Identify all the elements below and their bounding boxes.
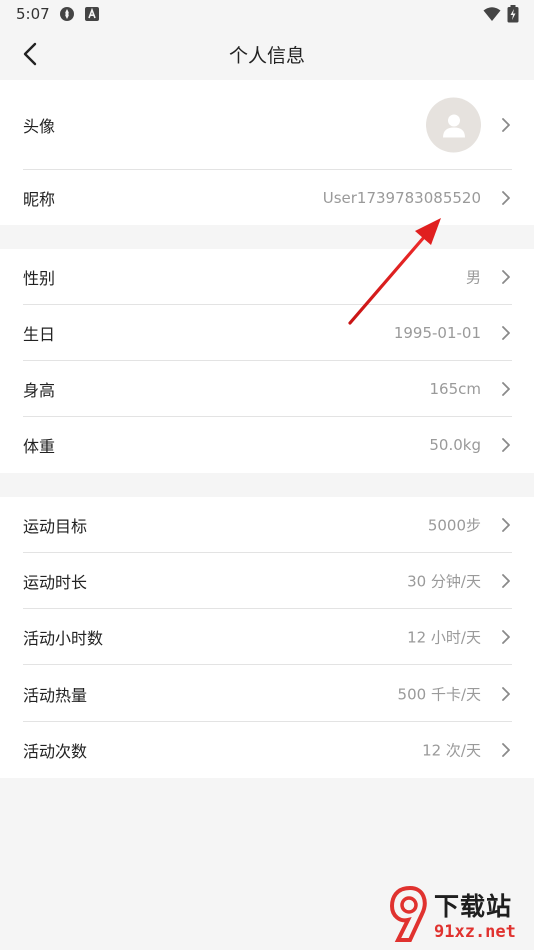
profile-section: 头像 昵称 User1739783085520 [0,80,534,225]
chevron-right-icon [502,190,510,205]
steps-goal-row[interactable]: 运动目标 5000步 [0,497,534,553]
avatar-label: 头像 [23,117,56,136]
height-label: 身高 [23,381,56,400]
chevron-right-icon [502,382,510,396]
birthday-label: 生日 [23,325,56,344]
wifi-icon [483,7,501,21]
active-calories-label: 活动热量 [23,685,88,705]
chevron-right-icon [502,630,510,644]
avatar-row[interactable]: 头像 [0,80,534,170]
activity-times-row[interactable]: 活动次数 12 次/天 [0,722,534,778]
active-calories-value: 500 千卡/天 [397,685,481,703]
exercise-duration-label: 运动时长 [23,573,88,592]
height-value: 165cm [429,380,482,398]
gender-label: 性别 [23,269,56,288]
exercise-duration-row[interactable]: 运动时长 30 分钟/天 [0,553,534,609]
goals-section: 运动目标 5000步 运动时长 30 分钟/天 活动小时数 12 小时/天 活动… [0,497,534,778]
settings-sync-icon [60,7,74,21]
birthday-value: 1995-01-01 [393,324,481,342]
nickname-value: User1739783085520 [322,188,481,207]
chevron-right-icon [502,686,510,701]
active-hours-value: 12 小时/天 [407,628,481,647]
activity-times-value: 12 次/天 [422,741,481,760]
body-info-section: 性别 男 生日 1995-01-01 身高 165cm 体重 50.0kg [0,249,534,473]
gender-row[interactable]: 性别 男 [0,249,534,305]
nickname-label: 昵称 [23,189,56,209]
active-hours-label: 活动小时数 [23,629,104,648]
avatar[interactable] [426,97,481,153]
chevron-right-icon [502,574,510,588]
chevron-right-icon [502,743,510,757]
watermark-logo-icon [389,885,427,942]
chevron-right-icon [502,518,510,532]
watermark-title: 下载站 [434,892,513,921]
user-icon [442,114,465,137]
active-calories-row[interactable]: 活动热量 500 千卡/天 [0,665,534,722]
activity-times-label: 活动次数 [23,742,88,761]
gender-value: 男 [465,268,481,287]
exercise-duration-value: 30 分钟/天 [407,572,481,591]
chevron-right-icon [502,270,510,284]
nickname-row[interactable]: 昵称 User1739783085520 [0,170,534,225]
nav-bar: 个人信息 [0,28,534,80]
weight-row[interactable]: 体重 50.0kg [0,417,534,473]
chevron-right-icon [502,326,510,340]
steps-goal-value: 5000步 [427,516,481,535]
chevron-right-icon [502,438,510,452]
watermark: 下载站 91xz.net [388,884,530,946]
height-row[interactable]: 身高 165cm [0,361,534,417]
watermark-url: 91xz.net [434,922,516,942]
weight-label: 体重 [23,437,56,456]
a-badge-icon [85,7,99,21]
page-title: 个人信息 [228,45,305,67]
steps-goal-label: 运动目标 [23,517,88,536]
birthday-row[interactable]: 生日 1995-01-01 [0,305,534,361]
chevron-right-icon [502,118,510,132]
status-time: 5:07 [16,5,50,23]
weight-value: 50.0kg [429,436,481,454]
status-bar: 5:07 [0,0,534,28]
battery-charging-icon [507,5,519,23]
active-hours-row[interactable]: 活动小时数 12 小时/天 [0,609,534,665]
